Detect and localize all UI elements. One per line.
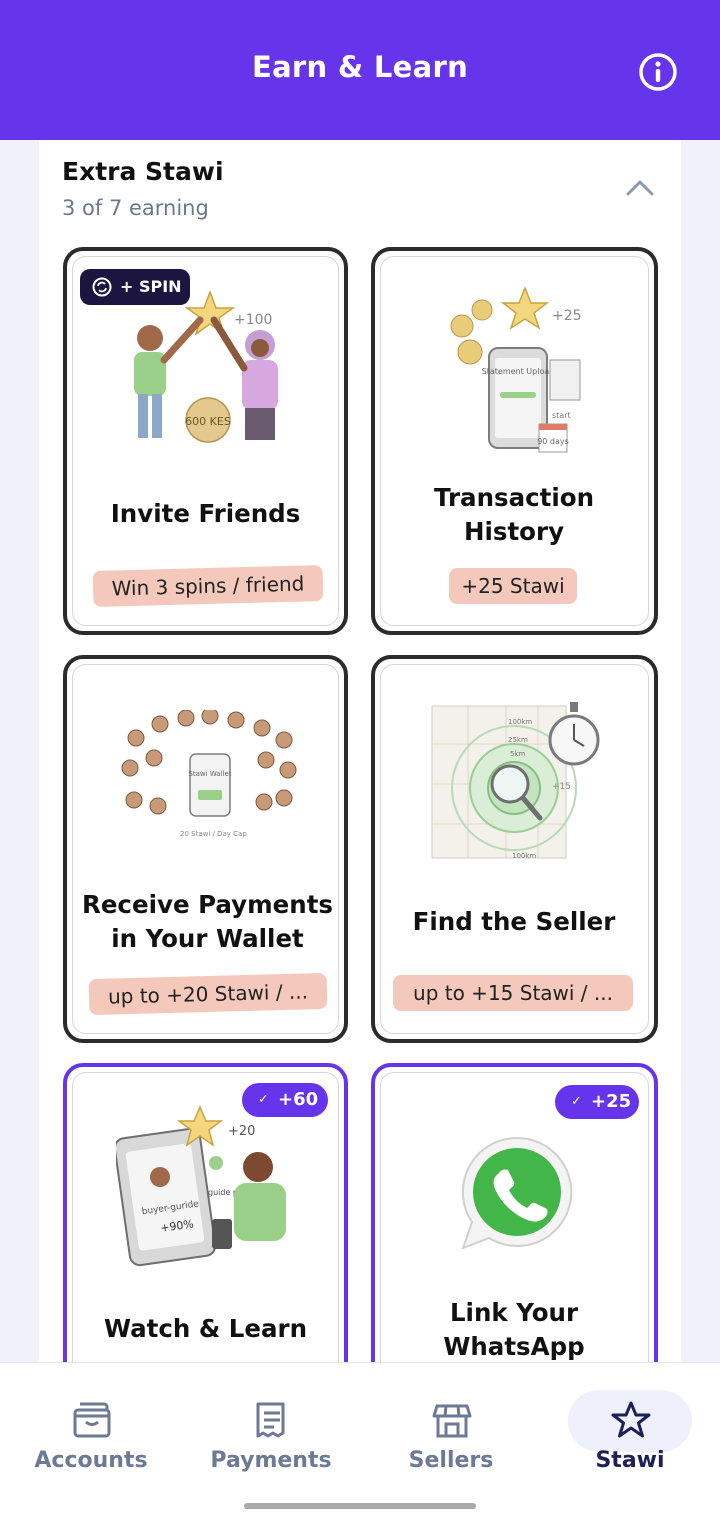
illustration-label: +25 [552, 308, 582, 324]
illustration-phone-text: Statement Upload [482, 367, 555, 376]
completed-badge: ✓ +25 [555, 1085, 639, 1119]
transaction-history-illustration: +25 Statement Upload start 90 days [450, 286, 582, 453]
spin-badge: + SPIN [80, 269, 190, 305]
card-title: Link Your WhatsApp [443, 1298, 585, 1361]
nav-label: Accounts [34, 1448, 148, 1473]
section-title: Extra Stawi [62, 157, 224, 186]
chevron-up-icon[interactable] [624, 174, 656, 202]
illustration-label: +15 [552, 782, 571, 792]
find-seller-illustration: 100km 25km 5km 100km +15 [431, 702, 600, 860]
ring-label: 25km [508, 736, 528, 744]
info-circle-icon[interactable] [636, 50, 680, 94]
ring-label: 100km [512, 852, 536, 860]
nav-item-accounts[interactable]: Accounts [6, 1390, 176, 1480]
illustration-calendar-text: 90 days [537, 437, 569, 446]
ring-label: 100km [508, 718, 532, 726]
illustration-label: +20 [228, 1124, 255, 1139]
reward-pill: +25 Stawi [449, 568, 577, 604]
ring-label: 5km [510, 750, 526, 758]
illustration-bag-text: 600 KES [185, 415, 231, 428]
nav-item-payments[interactable]: Payments [186, 1390, 356, 1480]
nav-label: Stawi [595, 1448, 665, 1473]
illustration-caption: 20 Stawi / Day Cap [180, 830, 247, 838]
reward-pill: up to +15 Stawi / ... [393, 975, 633, 1011]
card-title: Invite Friends [110, 499, 301, 528]
spin-icon [92, 277, 112, 297]
receipt-icon [256, 1402, 285, 1438]
completed-badge-value: +25 [591, 1091, 632, 1112]
illustration-side-text: start [552, 411, 571, 420]
card-title: Receive Payments in Your Wallet [81, 890, 334, 953]
watch-learn-illustration: buyer-guride +90% +20 guide played [116, 1105, 286, 1267]
check-icon: ✓ [571, 1094, 582, 1109]
nav-label: Payments [210, 1448, 332, 1473]
card-title: Watch & Learn [103, 1314, 308, 1343]
illustration-phone-text: Stawi Wallet [188, 770, 231, 778]
illustration-label: +100 [234, 312, 272, 328]
whatsapp-icon [461, 1136, 573, 1250]
reward-pill: up to +20 Stawi / ... [88, 972, 328, 1016]
app-header: Earn & Learn [0, 0, 720, 140]
invite-friends-illustration: +100 600 KES [134, 290, 278, 443]
star-icon [611, 1401, 651, 1438]
nav-label: Sellers [408, 1448, 494, 1473]
wallet-icon [73, 1402, 111, 1438]
storefront-icon [432, 1404, 472, 1438]
receive-payments-illustration: Stawi Wallet 20 Stawi / Day Cap [121, 710, 297, 838]
nav-item-stawi[interactable]: Stawi [545, 1390, 715, 1480]
page-title: Earn & Learn [251, 50, 469, 84]
spin-badge-label: + SPIN [120, 277, 182, 296]
home-indicator[interactable] [244, 1503, 476, 1509]
section-subtitle: 3 of 7 earning [62, 196, 209, 220]
card-title: Find the Seller [412, 907, 616, 936]
reward-pill: Win 3 spins / friend [92, 564, 324, 608]
nav-item-sellers[interactable]: Sellers [366, 1390, 536, 1480]
card-title: Transaction History [433, 483, 595, 546]
